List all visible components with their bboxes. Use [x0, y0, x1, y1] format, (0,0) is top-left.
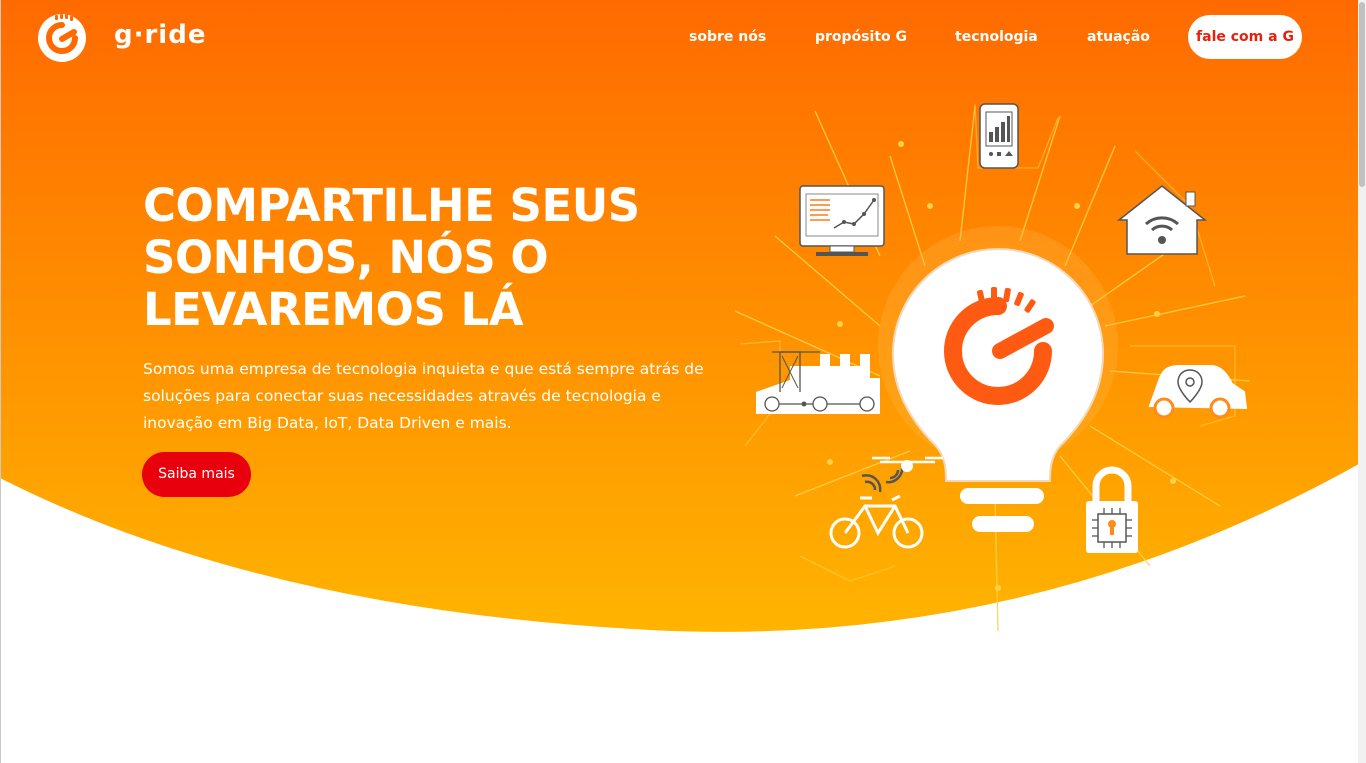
hero-description: Somos uma empresa de tecnologia inquieta…: [143, 360, 704, 432]
learn-more-button[interactable]: Saiba mais: [142, 452, 251, 497]
nav-link-proposito-g[interactable]: propósito G: [815, 27, 907, 47]
nav-link-tecnologia[interactable]: tecnologia: [955, 27, 1038, 47]
smart-home-wifi-icon: [1116, 185, 1208, 255]
padlock-chip-icon: [1086, 466, 1138, 553]
hero-title: COMPARTILHE SEUS SONHOS, NÓS O LEVAREMOS…: [143, 179, 640, 336]
brand-name[interactable]: g·ride: [114, 16, 206, 54]
tech-illustration: [734, 103, 1251, 632]
page-scrollbar[interactable]: [1358, 0, 1366, 763]
smartphone-chart-icon: [979, 103, 1019, 169]
nav-link-sobre-nos[interactable]: sobre nós: [689, 27, 766, 47]
scrollbar-thumb[interactable]: [1359, 2, 1365, 187]
bicycle-drone-icon: [829, 456, 943, 549]
contact-button[interactable]: fale com a G: [1188, 15, 1302, 59]
monitor-chart-icon: [799, 185, 885, 256]
car-location-icon: [1148, 365, 1248, 419]
page-border: [0, 0, 1, 763]
nav-link-atuacao[interactable]: atuação: [1087, 27, 1150, 47]
g-gauge-logo-icon[interactable]: [36, 12, 88, 64]
factory-icon: [756, 351, 880, 414]
